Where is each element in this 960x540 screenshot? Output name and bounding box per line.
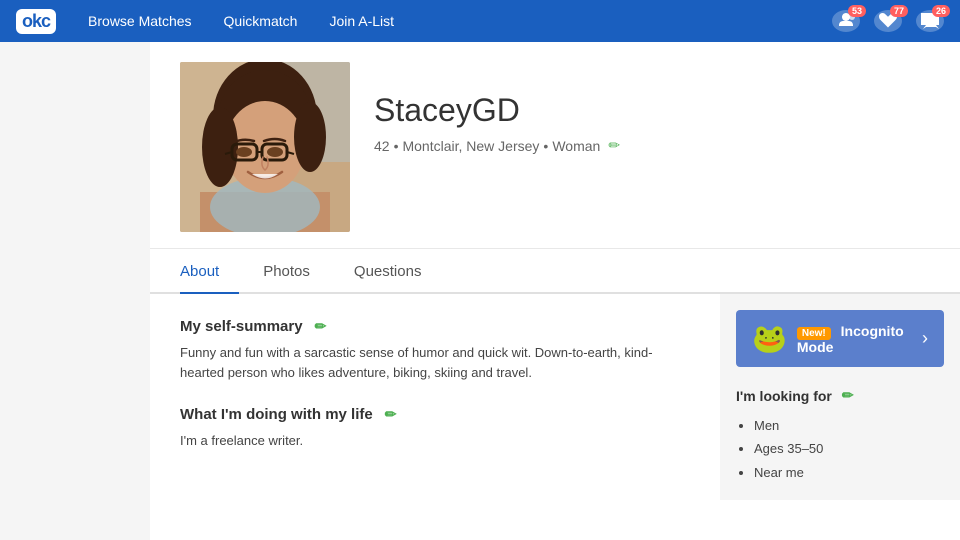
nav-join-alist[interactable]: Join A-List (329, 13, 394, 29)
tab-about[interactable]: About (180, 249, 239, 294)
list-item: Men (754, 414, 944, 437)
profile-photo (180, 62, 350, 232)
likes-badge: 77 (890, 5, 908, 17)
profile-location: Montclair, New Jersey (402, 138, 539, 154)
self-summary-title: My self-summary ✏ (180, 318, 690, 335)
likes-button[interactable]: 77 (874, 10, 902, 32)
tab-photos[interactable]: Photos (263, 249, 330, 294)
profile-body: My self-summary ✏ Funny and fun with a s… (150, 294, 960, 500)
incognito-arrow-icon: › (922, 328, 928, 349)
edit-gender-pencil[interactable]: ✏ (608, 137, 620, 154)
nav-icon-group: 53 77 26 (832, 10, 944, 32)
edit-looking-for-pencil[interactable]: ✏ (842, 387, 854, 404)
profile-username: StaceyGD (374, 92, 620, 129)
profile-age: 42 (374, 138, 390, 154)
nav-links: Browse Matches Quickmatch Join A-List (88, 13, 800, 29)
profile-right-sidebar: 🐸 New! Incognito Mode › I'm looking for … (720, 294, 960, 500)
left-sidebar (0, 42, 150, 540)
profile-info: StaceyGD 42 • Montclair, New Jersey • Wo… (374, 62, 620, 154)
tab-questions[interactable]: Questions (354, 249, 442, 294)
nav-quickmatch[interactable]: Quickmatch (224, 13, 298, 29)
nav-browse-matches[interactable]: Browse Matches (88, 13, 191, 29)
incognito-mode-banner[interactable]: 🐸 New! Incognito Mode › (736, 310, 944, 367)
profile-header: StaceyGD 42 • Montclair, New Jersey • Wo… (150, 42, 960, 249)
doing-with-life-section: What I'm doing with my life ✏ I'm a free… (180, 406, 690, 451)
self-summary-body: Funny and fun with a sarcastic sense of … (180, 343, 660, 382)
self-summary-section: My self-summary ✏ Funny and fun with a s… (180, 318, 690, 382)
page-content: StaceyGD 42 • Montclair, New Jersey • Wo… (0, 42, 960, 540)
list-item: Near me (754, 461, 944, 484)
looking-for-list: Men Ages 35–50 Near me (736, 414, 944, 484)
visitors-button[interactable]: 53 (832, 10, 860, 32)
profile-tabs: About Photos Questions (150, 249, 960, 294)
list-item: Ages 35–50 (754, 437, 944, 460)
messages-badge: 26 (932, 5, 950, 17)
profile-gender: Woman (552, 138, 600, 154)
doing-with-life-title: What I'm doing with my life ✏ (180, 406, 690, 423)
profile-meta: 42 • Montclair, New Jersey • Woman ✏ (374, 137, 620, 154)
okc-logo[interactable]: okc (16, 9, 56, 34)
profile-main-content: My self-summary ✏ Funny and fun with a s… (150, 294, 720, 500)
edit-life-pencil[interactable]: ✏ (385, 406, 397, 423)
looking-for-title: I'm looking for ✏ (736, 387, 944, 404)
incognito-frog-icon: 🐸 (752, 322, 787, 355)
visitors-badge: 53 (848, 5, 866, 17)
doing-with-life-body: I'm a freelance writer. (180, 431, 660, 451)
profile-area: StaceyGD 42 • Montclair, New Jersey • Wo… (150, 42, 960, 540)
navbar: okc Browse Matches Quickmatch Join A-Lis… (0, 0, 960, 42)
edit-summary-pencil[interactable]: ✏ (315, 318, 327, 335)
messages-button[interactable]: 26 (916, 10, 944, 32)
incognito-label: New! Incognito Mode (797, 323, 912, 355)
